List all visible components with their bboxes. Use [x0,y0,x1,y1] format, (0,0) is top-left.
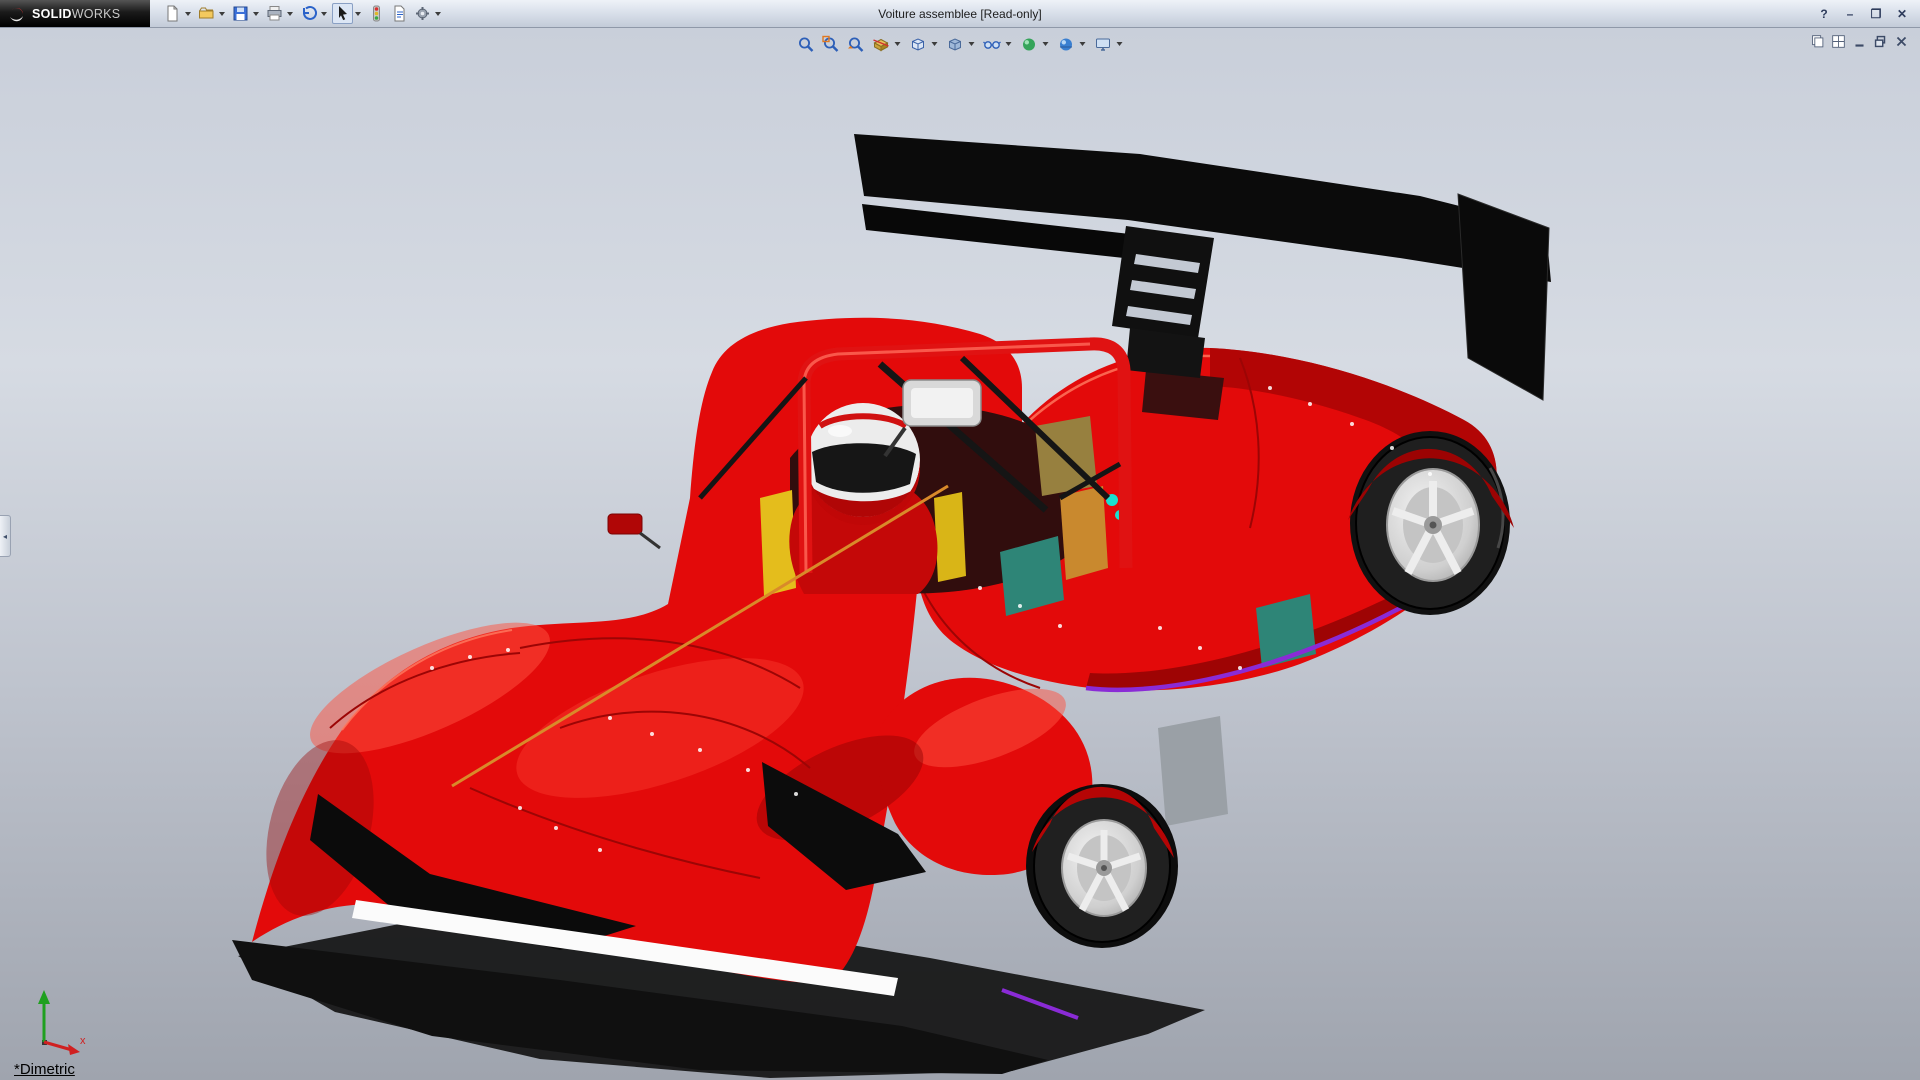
close-button[interactable]: ✕ [1892,5,1912,23]
solidworks-logo: SOLIDWORKS [0,0,150,27]
doc-tile-button[interactable] [1830,33,1847,49]
apply-scene-button[interactable] [1055,33,1077,55]
new-document-button[interactable] [162,3,183,24]
main-toolbar [162,3,444,24]
view-orientation-button[interactable] [907,33,929,55]
zoom-to-area-button[interactable] [820,33,842,55]
minimize-button[interactable]: – [1840,5,1860,23]
view-orientation-dropdown-arrow[interactable] [932,42,938,46]
featuremanager-collapse-tab[interactable]: ◂ [0,515,11,557]
solidworks-logo-icon [8,5,26,23]
previous-view-button[interactable] [845,33,867,55]
doc-minimize-button[interactable] [1851,33,1868,49]
engine-intake [1142,370,1224,420]
save-dropdown-arrow[interactable] [253,12,259,16]
hide-show-items-dropdown-arrow[interactable] [1006,42,1012,46]
doc-cascade-button[interactable] [1809,33,1826,49]
file-properties-button[interactable] [389,3,410,24]
front-wheel[interactable] [1026,784,1178,948]
view-settings-dropdown-arrow[interactable] [1117,42,1123,46]
triad-x-label: x [80,1035,86,1047]
options-button[interactable] [412,3,433,24]
display-style-dropdown-arrow[interactable] [969,42,975,46]
rear-wheel[interactable] [1350,431,1510,615]
undo-button[interactable] [298,3,319,24]
view-orientation-label: *Dimetric [14,1061,75,1078]
undo-dropdown-arrow[interactable] [321,12,327,16]
section-view-button[interactable] [870,33,892,55]
brand-text: SOLIDWORKS [32,7,120,21]
print-dropdown-arrow[interactable] [287,12,293,16]
document-window-controls [1809,33,1910,49]
select-dropdown-arrow[interactable] [355,12,361,16]
save-button[interactable] [230,3,251,24]
seat-belt-right [934,492,966,582]
new-document-dropdown-arrow[interactable] [185,12,191,16]
rebuild-button[interactable] [366,3,387,24]
graphics-viewport[interactable]: x ◂ *Dimetric [0,28,1920,1080]
titlebar: SOLIDWORKS Voiture assemblee [Read-only]… [0,0,1920,28]
edit-appearance-dropdown-arrow[interactable] [1043,42,1049,46]
print-button[interactable] [264,3,285,24]
help-button[interactable]: ? [1814,5,1834,23]
zoom-to-fit-button[interactable] [795,33,817,55]
edit-appearance-button[interactable] [1018,33,1040,55]
apply-scene-dropdown-arrow[interactable] [1080,42,1086,46]
doc-close-button[interactable] [1893,33,1910,49]
viewport-canvas[interactable]: x [0,28,1920,1080]
options-dropdown-arrow[interactable] [435,12,441,16]
maximize-button[interactable]: ❐ [1866,5,1886,23]
windscreen-amber-panel [1060,486,1108,580]
view-settings-button[interactable] [1092,33,1114,55]
window-controls: ?–❐ ✕ [1814,0,1912,28]
hide-show-items-button[interactable] [981,33,1003,55]
heads-up-toolbar [795,33,1126,55]
section-view-dropdown-arrow[interactable] [895,42,901,46]
doc-restore-button[interactable] [1872,33,1889,49]
open-dropdown-arrow[interactable] [219,12,225,16]
side-sill-gray[interactable] [1158,716,1228,826]
display-style-button[interactable] [944,33,966,55]
open-button[interactable] [196,3,217,24]
select-button[interactable] [332,3,353,24]
window-title: Voiture assemblee [Read-only] [878,7,1041,21]
